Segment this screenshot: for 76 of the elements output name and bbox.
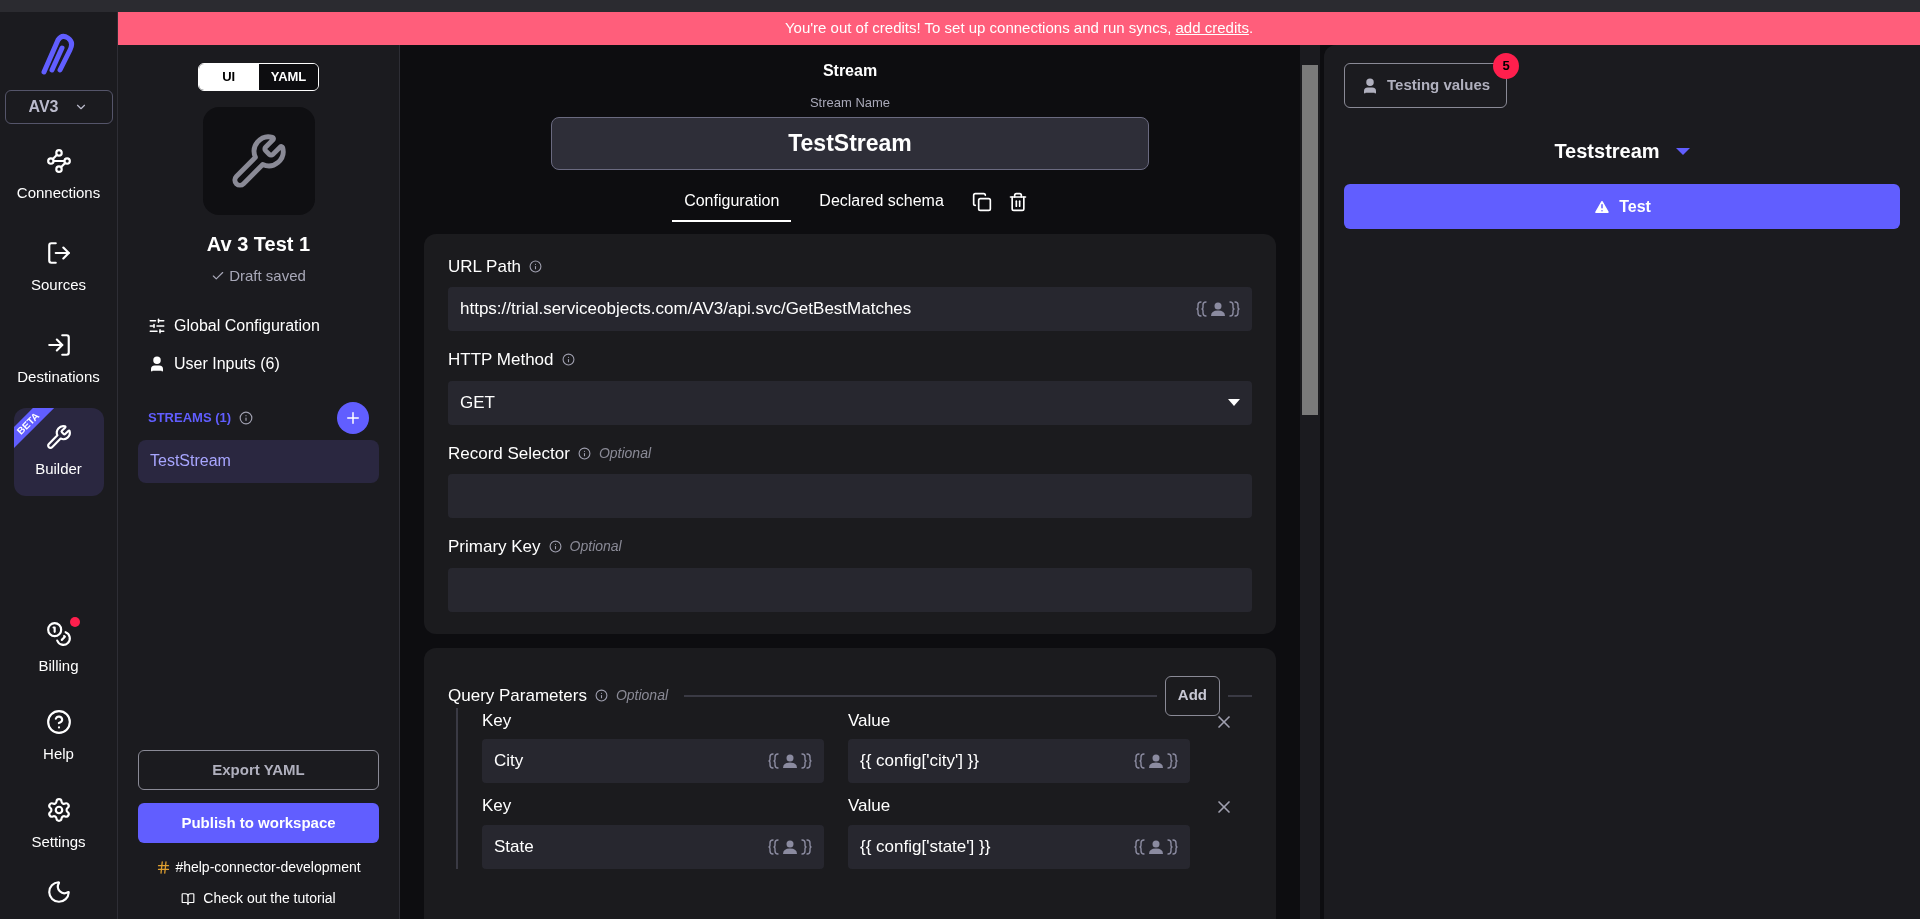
book-icon (181, 891, 196, 906)
key-input[interactable]: City (482, 739, 824, 783)
count-badge: 5 (1493, 53, 1520, 79)
text-input[interactable]: https://trial.serviceobjects.com/AV3/api.svc/GetBestMatches (448, 287, 1252, 331)
field-label: Query Parameters (448, 684, 587, 707)
variable-user-icon[interactable] (768, 752, 812, 770)
streams-heading: STREAMS (1) (148, 408, 232, 427)
test-button[interactable]: Test (1344, 184, 1900, 229)
slack-link[interactable]: #help-connector-development (156, 857, 361, 878)
workspace-select[interactable]: AV3 (4, 90, 113, 124)
wrench-icon (229, 132, 288, 190)
slack-icon (156, 860, 172, 875)
sliders-icon (148, 316, 166, 335)
coins-icon (45, 620, 72, 647)
stream-select[interactable]: Teststream (1554, 136, 1690, 166)
method-select[interactable]: GET (448, 380, 1252, 425)
stream-item[interactable]: TestStream (138, 439, 379, 483)
nav-item[interactable]: Billing (13, 605, 104, 693)
variable-user-icon[interactable] (1196, 300, 1240, 318)
tutorial-link[interactable]: Check out the tutorial (181, 888, 336, 909)
info-icon (529, 259, 543, 273)
add-button[interactable]: Add (1164, 675, 1220, 716)
nav-item[interactable]: Sources (13, 224, 104, 312)
field-label: Record Selector (448, 442, 570, 465)
info-icon (577, 446, 591, 460)
copy-icon[interactable] (971, 191, 992, 212)
mode-tab[interactable]: YAML (258, 64, 319, 90)
value-input[interactable]: {{ config['city'] }} (848, 739, 1190, 783)
publish-button[interactable]: Publish to workspace (138, 803, 379, 843)
dark-mode-icon[interactable] (45, 879, 72, 905)
variable-user-icon[interactable] (1134, 752, 1178, 770)
help-icon (45, 708, 72, 735)
key-label: Key (482, 709, 513, 732)
user-icon (148, 354, 166, 373)
value-label: Value (848, 795, 892, 817)
user-icon (1361, 76, 1379, 95)
optional-label: Optional (615, 686, 669, 705)
variable-user-icon[interactable] (768, 837, 812, 856)
stream-tab[interactable]: Declared schema (807, 181, 956, 222)
dropdown-caret-icon (1228, 399, 1240, 406)
info-icon (548, 540, 562, 554)
nav-item[interactable]: Connections (13, 132, 104, 220)
value-label: Value (848, 709, 892, 732)
key-input[interactable]: State (482, 824, 824, 869)
settings-icon (45, 796, 72, 823)
field-label: Primary Key (448, 536, 541, 558)
connector-name: Av 3 Test 1 (206, 232, 311, 257)
info-icon (594, 689, 608, 702)
sidebar-link[interactable]: Global Configuration (148, 313, 369, 338)
nodes-icon (45, 147, 72, 174)
optional-label: Optional (598, 443, 652, 463)
stream-heading: Stream (822, 61, 878, 81)
add-stream-button[interactable] (337, 401, 369, 434)
wrench-icon (45, 423, 72, 450)
value-input[interactable]: {{ config['state'] }} (848, 824, 1190, 869)
draft-status: Draft saved (211, 265, 306, 288)
stream-tab[interactable]: Configuration (672, 181, 792, 222)
banner-text: You're out of credits! To set up connections and run syncs, add credits. (784, 18, 1254, 39)
nav-item[interactable]: Help (13, 693, 104, 781)
info-icon (239, 410, 254, 425)
optional-label: Optional (569, 537, 622, 557)
field-label: HTTP Method (448, 349, 554, 371)
stream-name-input[interactable]: TestStream (551, 116, 1149, 170)
field-label: URL Path (448, 255, 522, 278)
dropdown-caret-icon (1675, 147, 1690, 155)
nav-item[interactable]: Settings (13, 781, 104, 869)
nav-item[interactable]: Destinations (13, 316, 104, 404)
scrollbar[interactable] (1300, 45, 1320, 919)
export-yaml-button[interactable]: Export YAML (138, 750, 379, 790)
info-icon (561, 353, 575, 367)
sidebar-link[interactable]: User Inputs (6) (148, 351, 369, 376)
key-label: Key (482, 795, 513, 817)
mode-tab[interactable]: UI (198, 64, 259, 90)
delete-icon[interactable] (1007, 191, 1028, 212)
variable-user-icon[interactable] (1134, 837, 1178, 856)
stream-name-label: Stream Name (809, 94, 891, 112)
